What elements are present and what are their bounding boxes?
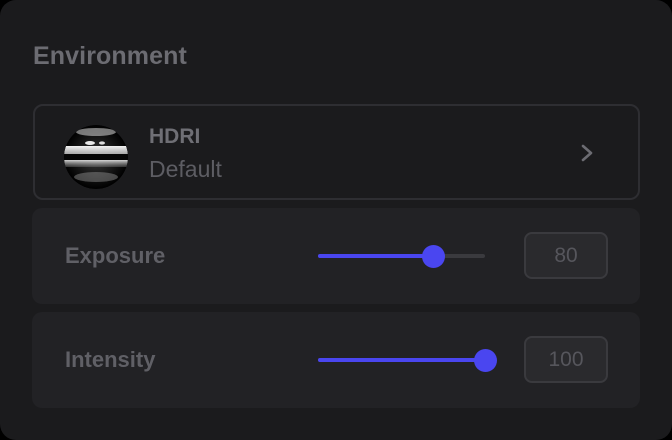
exposure-value-input[interactable] [524, 232, 608, 279]
exposure-slider-fill [318, 254, 434, 258]
intensity-slider[interactable] [318, 349, 497, 372]
environment-panel: Environment HDRI Default Exposure 80 Int… [0, 0, 672, 440]
panel-title: Environment [33, 42, 187, 70]
intensity-label: Intensity [65, 347, 156, 372]
exposure-slider[interactable] [318, 245, 485, 268]
chevron-right-icon[interactable] [576, 141, 598, 165]
exposure-row: Exposure [32, 208, 640, 304]
hdri-label: HDRI [149, 125, 201, 148]
intensity-slider-fill [318, 358, 485, 362]
hdri-selector[interactable]: HDRI Default [33, 104, 640, 200]
hdri-value: Default [149, 156, 222, 182]
intensity-value-input[interactable] [524, 336, 608, 383]
intensity-slider-thumb[interactable] [474, 349, 497, 372]
intensity-row: Intensity [32, 312, 640, 408]
hdri-sphere-icon [64, 125, 128, 189]
exposure-label: Exposure [65, 243, 166, 268]
exposure-slider-thumb[interactable] [422, 245, 446, 268]
